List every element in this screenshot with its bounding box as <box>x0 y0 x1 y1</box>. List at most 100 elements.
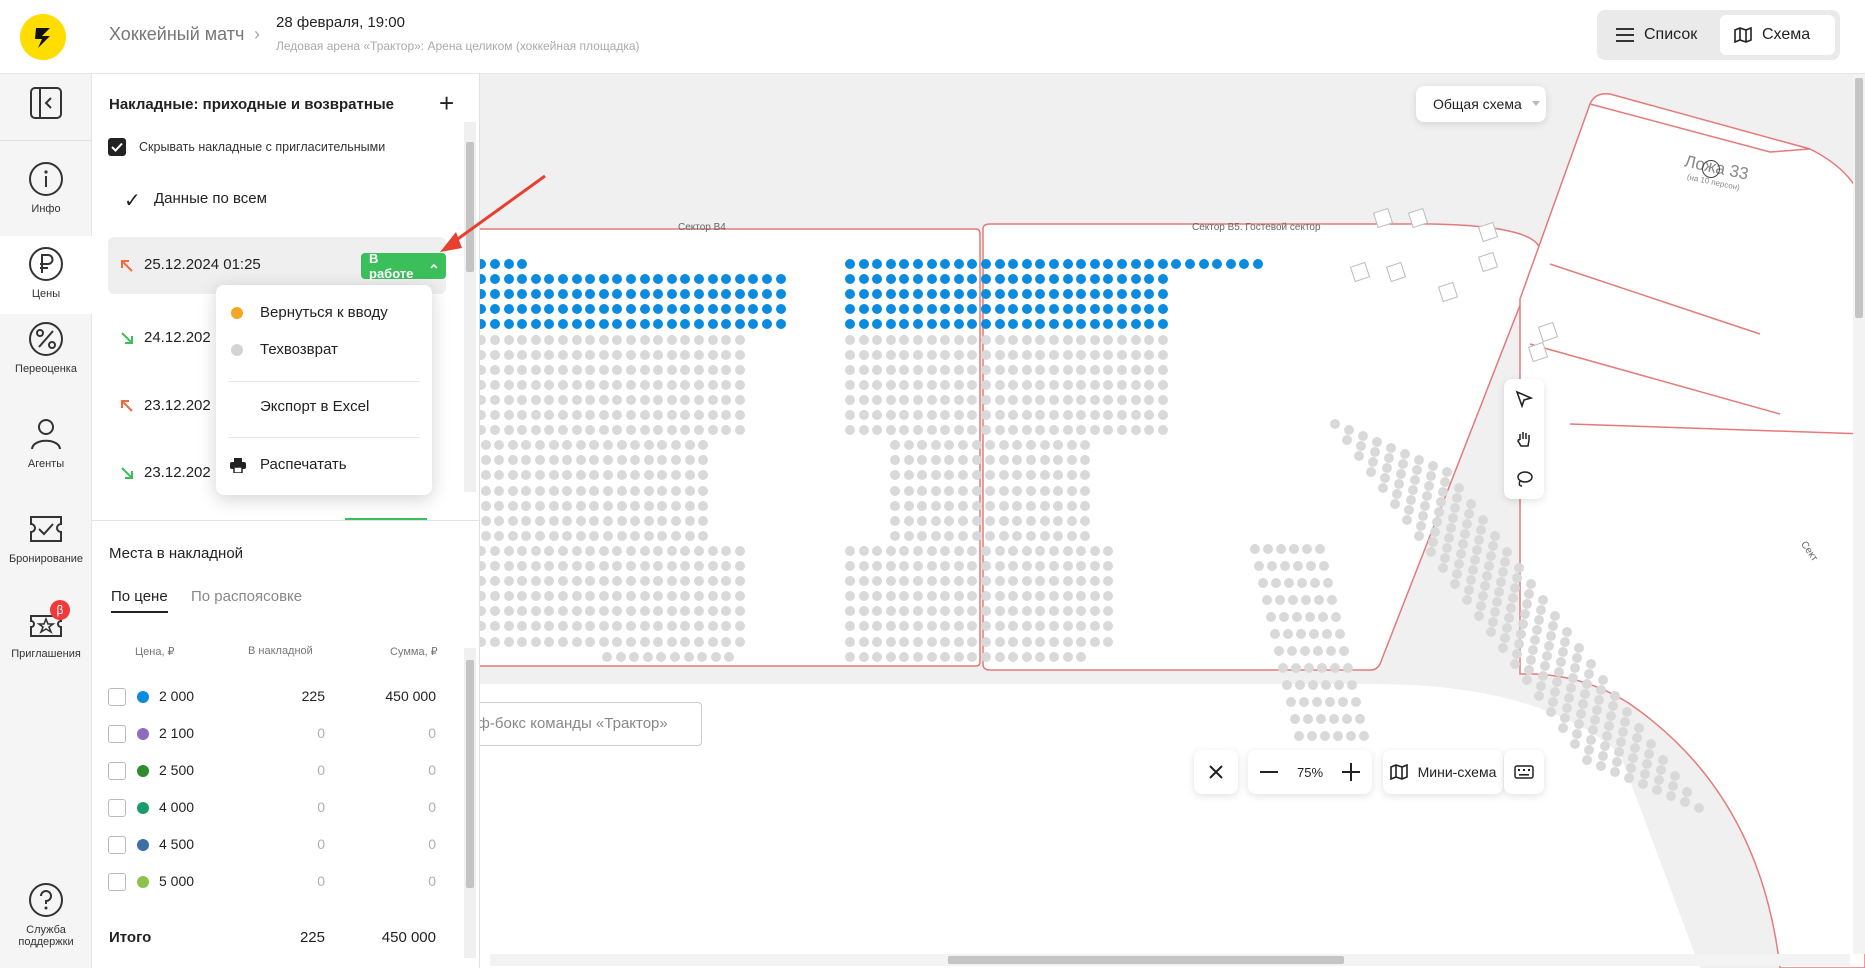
seat[interactable] <box>998 485 1009 496</box>
seat[interactable] <box>1317 663 1327 673</box>
seat[interactable] <box>1502 547 1512 557</box>
seat[interactable] <box>734 425 745 436</box>
seat[interactable] <box>562 485 573 496</box>
add-invoice-button[interactable]: + <box>439 88 454 119</box>
seat[interactable] <box>890 530 900 541</box>
seat[interactable] <box>1130 379 1141 390</box>
seat[interactable] <box>998 500 1009 511</box>
seat[interactable] <box>858 304 869 315</box>
seat[interactable] <box>1582 679 1592 689</box>
seat[interactable] <box>1198 259 1209 269</box>
seat[interactable] <box>994 274 1005 285</box>
seat[interactable] <box>926 289 937 300</box>
seat[interactable] <box>1062 304 1073 315</box>
seat[interactable] <box>694 394 704 405</box>
seat[interactable] <box>598 274 609 285</box>
seat[interactable] <box>616 515 627 526</box>
seat[interactable] <box>926 576 937 587</box>
seat[interactable] <box>885 576 896 587</box>
seat[interactable] <box>1157 394 1168 405</box>
seat[interactable] <box>535 515 545 526</box>
seat[interactable] <box>598 394 609 405</box>
seat[interactable] <box>666 349 677 360</box>
seat[interactable] <box>1586 659 1596 669</box>
seat[interactable] <box>845 364 855 375</box>
seat[interactable] <box>926 349 937 360</box>
seat[interactable] <box>926 319 937 330</box>
seat[interactable] <box>1039 455 1050 466</box>
seat[interactable] <box>953 425 964 436</box>
seat[interactable] <box>1026 500 1036 511</box>
all-data-item[interactable]: Данные по всем <box>154 190 267 207</box>
seat[interactable] <box>503 334 514 345</box>
seat[interactable] <box>490 349 500 360</box>
seat[interactable] <box>926 545 937 556</box>
seat[interactable] <box>1021 561 1032 571</box>
seat[interactable] <box>1516 629 1526 639</box>
seat[interactable] <box>1035 651 1046 662</box>
seat[interactable] <box>734 364 745 375</box>
seat[interactable] <box>858 334 869 345</box>
seat[interactable] <box>503 319 514 330</box>
seat[interactable] <box>903 485 914 496</box>
seat[interactable] <box>1602 731 1612 741</box>
seat[interactable] <box>1089 289 1100 300</box>
seat[interactable] <box>1600 741 1610 751</box>
seat[interactable] <box>1638 779 1648 789</box>
seat[interactable] <box>1327 595 1337 605</box>
seat[interactable] <box>1250 544 1260 554</box>
seat[interactable] <box>998 440 1009 451</box>
seat[interactable] <box>1292 612 1302 622</box>
seat[interactable] <box>666 274 677 285</box>
seat[interactable] <box>967 651 978 662</box>
seat[interactable] <box>1508 593 1518 603</box>
seat[interactable] <box>1049 636 1059 647</box>
rail-item-invitations[interactable]: Приглашения β <box>0 600 92 660</box>
tab-by-seating[interactable]: По распоясовке <box>191 588 302 605</box>
seat[interactable] <box>1089 349 1100 360</box>
seat[interactable] <box>639 591 650 602</box>
seat[interactable] <box>1370 447 1380 457</box>
seat[interactable] <box>724 651 735 662</box>
seat[interactable] <box>707 349 718 360</box>
seat[interactable] <box>1267 561 1277 571</box>
seat[interactable] <box>940 334 951 345</box>
seat[interactable] <box>953 410 964 420</box>
seat[interactable] <box>707 379 718 390</box>
seat[interactable] <box>1556 657 1566 667</box>
seat[interactable] <box>1420 501 1430 511</box>
seat[interactable] <box>1322 629 1332 639</box>
seat[interactable] <box>612 349 623 360</box>
seat[interactable] <box>845 561 855 571</box>
seat[interactable] <box>1618 727 1628 737</box>
seat[interactable] <box>671 485 681 496</box>
seat[interactable] <box>1062 606 1073 617</box>
seat[interactable] <box>1502 623 1512 633</box>
seat[interactable] <box>1008 636 1019 647</box>
seat[interactable] <box>994 576 1005 587</box>
seat[interactable] <box>1548 697 1558 707</box>
seat[interactable] <box>530 425 541 436</box>
menu-item-export-excel[interactable]: Экспорт в Excel <box>216 389 432 425</box>
seat[interactable] <box>1283 629 1293 639</box>
keyboard-button[interactable] <box>1504 750 1544 794</box>
seat[interactable] <box>1008 334 1019 345</box>
seat[interactable] <box>885 334 896 345</box>
seat[interactable] <box>1266 612 1276 622</box>
seat[interactable] <box>1053 485 1064 496</box>
seat[interactable] <box>684 470 695 481</box>
seat[interactable] <box>530 410 541 420</box>
seat[interactable] <box>1560 637 1570 647</box>
seat[interactable] <box>562 530 573 541</box>
seat[interactable] <box>1610 691 1620 701</box>
seat[interactable] <box>571 636 582 647</box>
seat[interactable] <box>734 394 745 405</box>
seat[interactable] <box>858 410 869 420</box>
seat[interactable] <box>899 334 910 345</box>
seat[interactable] <box>1560 713 1570 723</box>
seat[interactable] <box>1321 680 1331 690</box>
seat[interactable] <box>1290 714 1300 724</box>
seat[interactable] <box>1274 646 1284 656</box>
seat[interactable] <box>1286 697 1296 707</box>
seat[interactable] <box>1614 747 1624 757</box>
